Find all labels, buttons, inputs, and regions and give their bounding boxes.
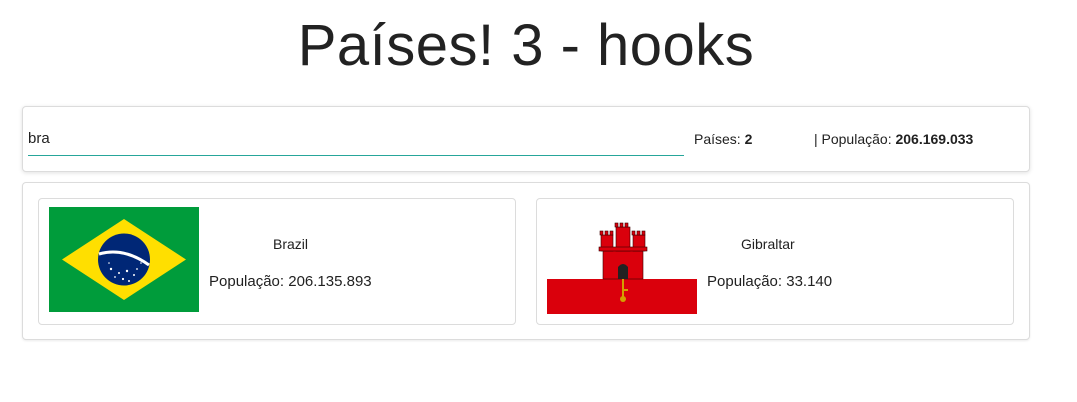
population-total-value: 206.169.033 bbox=[895, 131, 974, 147]
country-name: Gibraltar bbox=[741, 236, 795, 252]
country-population-value: 33.140 bbox=[786, 273, 833, 290]
population-total: | População: 206.169.033 bbox=[814, 131, 973, 147]
country-card-gibraltar[interactable]: Gibraltar População: 33.140 bbox=[536, 198, 1014, 325]
country-population: População: 33.140 bbox=[707, 273, 832, 290]
country-name: Brazil bbox=[273, 236, 309, 252]
country-population-label: População: bbox=[707, 273, 783, 290]
country-list: Brazil População: 206.135.893 Gibraltar … bbox=[22, 182, 1030, 340]
gibraltar-flag-icon bbox=[547, 209, 697, 314]
search-card: Países: 2 | População: 206.169.033 bbox=[22, 106, 1030, 172]
search-input[interactable] bbox=[28, 121, 684, 156]
country-card-brazil[interactable]: Brazil População: 206.135.893 bbox=[38, 198, 516, 325]
countries-count: Países: 2 bbox=[694, 131, 752, 147]
country-population-label: População: bbox=[209, 273, 285, 290]
country-population-value: 206.135.893 bbox=[288, 273, 372, 290]
page-title: Países! 3 - hooks bbox=[297, 13, 755, 78]
countries-count-label: Países: bbox=[694, 131, 741, 147]
brazil-flag-icon bbox=[49, 207, 199, 312]
country-population: População: 206.135.893 bbox=[209, 273, 372, 290]
population-total-label: | População: bbox=[814, 131, 892, 147]
countries-count-value: 2 bbox=[744, 131, 753, 147]
